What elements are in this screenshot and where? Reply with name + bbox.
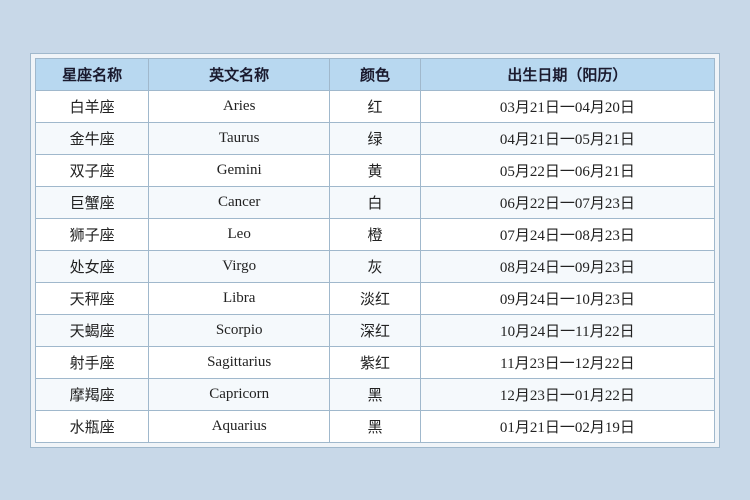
cell-date: 05月22日一06月21日 [420, 154, 714, 186]
table-row: 金牛座Taurus绿04月21日一05月21日 [36, 122, 715, 154]
table-row: 天秤座Libra淡红09月24日一10月23日 [36, 282, 715, 314]
table-row: 水瓶座Aquarius黑01月21日一02月19日 [36, 410, 715, 442]
cell-color: 黑 [330, 378, 421, 410]
table-row: 双子座Gemini黄05月22日一06月21日 [36, 154, 715, 186]
cell-en: Aries [149, 90, 330, 122]
zodiac-table: 星座名称 英文名称 颜色 出生日期（阳历） 白羊座Aries红03月21日一04… [35, 58, 715, 443]
cell-date: 06月22日一07月23日 [420, 186, 714, 218]
header-date: 出生日期（阳历） [420, 58, 714, 90]
cell-cn: 双子座 [36, 154, 149, 186]
cell-en: Libra [149, 282, 330, 314]
header-color: 颜色 [330, 58, 421, 90]
cell-date: 08月24日一09月23日 [420, 250, 714, 282]
cell-en: Capricorn [149, 378, 330, 410]
cell-en: Scorpio [149, 314, 330, 346]
cell-color: 黄 [330, 154, 421, 186]
table-row: 白羊座Aries红03月21日一04月20日 [36, 90, 715, 122]
cell-color: 深红 [330, 314, 421, 346]
cell-cn: 天秤座 [36, 282, 149, 314]
cell-color: 绿 [330, 122, 421, 154]
cell-date: 03月21日一04月20日 [420, 90, 714, 122]
table-row: 巨蟹座Cancer白06月22日一07月23日 [36, 186, 715, 218]
cell-date: 12月23日一01月22日 [420, 378, 714, 410]
table-header-row: 星座名称 英文名称 颜色 出生日期（阳历） [36, 58, 715, 90]
cell-date: 04月21日一05月21日 [420, 122, 714, 154]
header-en: 英文名称 [149, 58, 330, 90]
cell-color: 红 [330, 90, 421, 122]
cell-cn: 金牛座 [36, 122, 149, 154]
table-row: 天蝎座Scorpio深红10月24日一11月22日 [36, 314, 715, 346]
table-row: 射手座Sagittarius紫红11月23日一12月22日 [36, 346, 715, 378]
cell-en: Gemini [149, 154, 330, 186]
cell-cn: 白羊座 [36, 90, 149, 122]
cell-en: Virgo [149, 250, 330, 282]
cell-cn: 水瓶座 [36, 410, 149, 442]
header-cn: 星座名称 [36, 58, 149, 90]
cell-color: 橙 [330, 218, 421, 250]
cell-cn: 狮子座 [36, 218, 149, 250]
cell-cn: 处女座 [36, 250, 149, 282]
cell-color: 淡红 [330, 282, 421, 314]
cell-cn: 摩羯座 [36, 378, 149, 410]
cell-en: Taurus [149, 122, 330, 154]
cell-cn: 巨蟹座 [36, 186, 149, 218]
cell-color: 紫红 [330, 346, 421, 378]
cell-date: 11月23日一12月22日 [420, 346, 714, 378]
cell-en: Sagittarius [149, 346, 330, 378]
table-row: 处女座Virgo灰08月24日一09月23日 [36, 250, 715, 282]
cell-cn: 射手座 [36, 346, 149, 378]
zodiac-table-wrapper: 星座名称 英文名称 颜色 出生日期（阳历） 白羊座Aries红03月21日一04… [30, 53, 720, 448]
table-row: 摩羯座Capricorn黑12月23日一01月22日 [36, 378, 715, 410]
cell-en: Aquarius [149, 410, 330, 442]
cell-color: 白 [330, 186, 421, 218]
cell-cn: 天蝎座 [36, 314, 149, 346]
cell-color: 灰 [330, 250, 421, 282]
cell-date: 01月21日一02月19日 [420, 410, 714, 442]
table-row: 狮子座Leo橙07月24日一08月23日 [36, 218, 715, 250]
cell-en: Cancer [149, 186, 330, 218]
cell-color: 黑 [330, 410, 421, 442]
cell-date: 10月24日一11月22日 [420, 314, 714, 346]
cell-date: 09月24日一10月23日 [420, 282, 714, 314]
cell-en: Leo [149, 218, 330, 250]
table-body: 白羊座Aries红03月21日一04月20日金牛座Taurus绿04月21日一0… [36, 90, 715, 442]
cell-date: 07月24日一08月23日 [420, 218, 714, 250]
